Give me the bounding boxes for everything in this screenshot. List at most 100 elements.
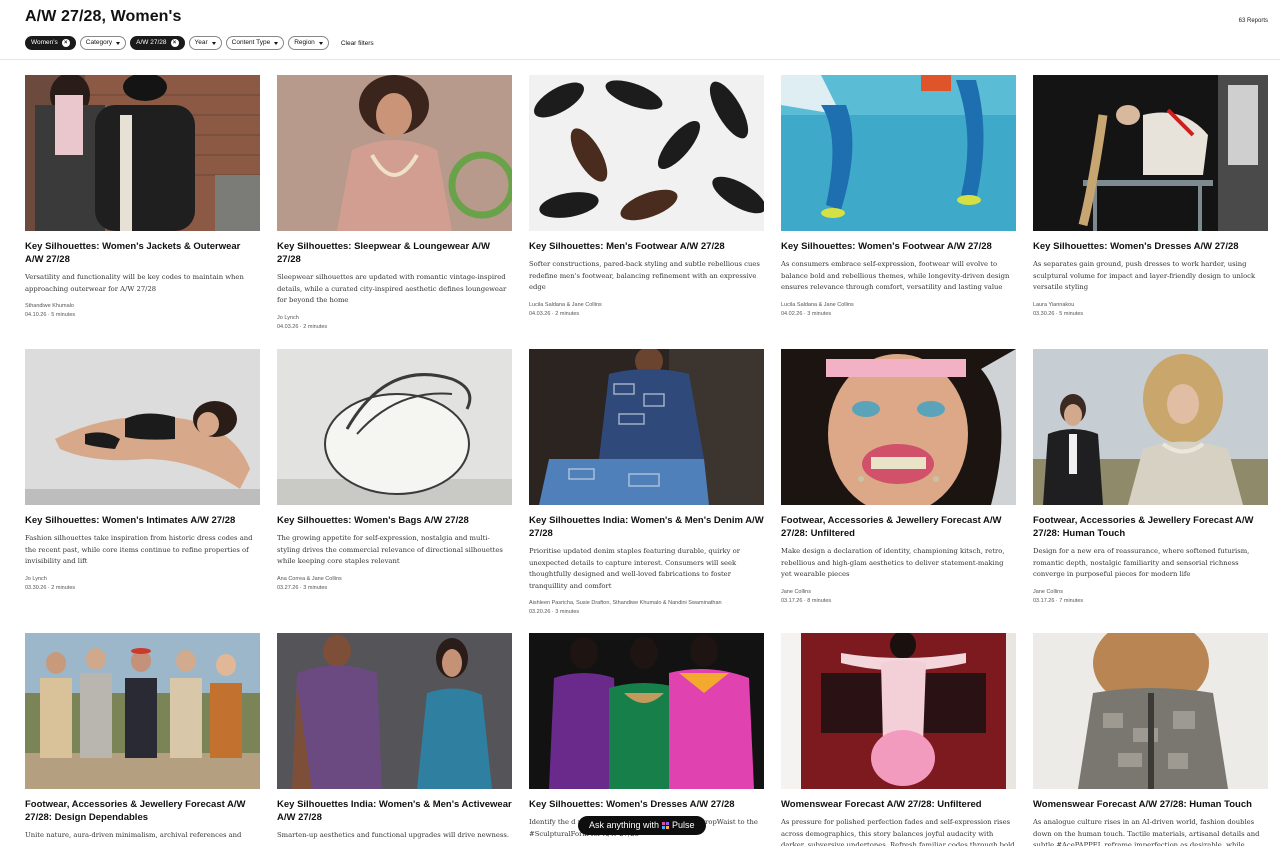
report-description: The growing appetite for self-expression… (277, 534, 503, 565)
report-date: 04.03.26 · 2 minutes (529, 310, 580, 317)
report-card[interactable]: Key Silhouettes: Women's Jackets & Outer… (25, 75, 260, 318)
report-title[interactable]: Womenswear Forecast A/W 27/28: Human Tou… (1033, 798, 1268, 811)
report-author: Lucila Saldana & Jane Collins (781, 301, 854, 308)
report-author: Laura Yiannakou (1033, 301, 1075, 308)
report-author: Lucila Saldana & Jane Collins (529, 301, 602, 308)
report-description: Prioritise updated denim staples featuri… (529, 547, 741, 590)
report-title[interactable]: Key Silhouettes India: Women's & Men's A… (277, 798, 512, 824)
report-title[interactable]: Footwear, Accessories & Jewellery Foreca… (25, 798, 260, 824)
report-description: Make design a declaration of identity, c… (781, 547, 1005, 578)
report-image (277, 349, 512, 505)
report-image (781, 633, 1016, 789)
page-header: A/W 27/28, Women's 63 Reports Women's × C… (0, 0, 1280, 60)
chevron-down-icon (318, 41, 323, 45)
ask-pulse-button[interactable]: Ask anything with Pulse (578, 816, 706, 835)
pulse-prompt-label: Ask anything with (589, 820, 660, 830)
report-card[interactable]: Womenswear Forecast A/W 27/28: Unfiltere… (781, 633, 1016, 846)
report-image (1033, 349, 1268, 505)
filter-chip-womens[interactable]: Women's × (25, 36, 76, 50)
report-image (277, 75, 512, 231)
remove-filter-icon[interactable]: × (170, 39, 179, 47)
report-title[interactable]: Key Silhouettes: Sleepwear & Loungewear … (277, 240, 512, 266)
pulse-brand-label: Pulse (672, 820, 695, 830)
report-image (529, 349, 764, 505)
report-card[interactable]: Key Silhouettes: Women's Bags A/W 27/28 … (277, 349, 512, 591)
report-date: 04.10.26 · 5 minutes (25, 312, 76, 318)
page-title: A/W 27/28, Women's (25, 8, 182, 25)
report-card[interactable]: Key Silhouettes India: Women's & Men's D… (529, 349, 764, 615)
report-author: Jane Collins (781, 588, 811, 595)
report-image (529, 633, 764, 789)
report-card[interactable]: Key Silhouettes: Women's Dresses A/W 27/… (529, 633, 764, 840)
report-card[interactable]: Key Silhouettes: Sleepwear & Loungewear … (277, 75, 512, 330)
report-count: 63 Reports (1238, 18, 1268, 24)
remove-filter-icon[interactable]: × (61, 39, 70, 47)
report-description: Smarten-up aesthetics and functional upg… (277, 831, 510, 839)
report-date: 03.30.26 · 2 minutes (25, 584, 76, 591)
report-title[interactable]: Footwear, Accessories & Jewellery Foreca… (781, 514, 1016, 540)
report-card[interactable]: Footwear, Accessories & Jewellery Foreca… (1033, 349, 1268, 604)
report-image (781, 75, 1016, 231)
filter-dropdown-region[interactable]: Region (288, 36, 329, 50)
report-card[interactable]: Key Silhouettes: Women's Dresses A/W 27/… (1033, 75, 1268, 317)
report-title[interactable]: Key Silhouettes: Men's Footwear A/W 27/2… (529, 240, 764, 253)
report-title[interactable]: Key Silhouettes India: Women's & Men's D… (529, 514, 764, 540)
report-description: Design for a new era of reassurance, whe… (1033, 547, 1250, 578)
report-author: Sthandiwe Khumalo (25, 303, 74, 309)
pulse-logo-icon (662, 822, 670, 829)
report-description: Fashion silhouettes take inspiration fro… (25, 534, 253, 565)
report-image (781, 349, 1016, 505)
report-card[interactable]: Key Silhouettes: Women's Intimates A/W 2… (25, 349, 260, 591)
chevron-down-icon (116, 41, 121, 45)
report-description: Sleepwear silhouettes are updated with r… (277, 273, 507, 304)
report-title[interactable]: Key Silhouettes: Women's Jackets & Outer… (25, 240, 260, 266)
report-description: As separates gain ground, push dresses t… (1033, 260, 1256, 291)
chevron-down-icon (274, 41, 279, 45)
report-card[interactable]: Footwear, Accessories & Jewellery Foreca… (781, 349, 1016, 604)
clear-filters-link[interactable]: Clear filters (341, 40, 374, 47)
report-description: Unite nature, aura-driven minimalism, ar… (25, 831, 242, 839)
report-title[interactable]: Footwear, Accessories & Jewellery Foreca… (1033, 514, 1268, 540)
report-author: Jo Lynch (25, 575, 47, 582)
report-image (25, 75, 260, 231)
report-card[interactable]: Footwear, Accessories & Jewellery Foreca… (25, 633, 260, 842)
report-author: Ana Correa & Jane Collins (277, 575, 342, 582)
report-date: 03.17.26 · 7 minutes (1033, 597, 1084, 604)
report-date: 04.03.26 · 2 minutes (277, 323, 328, 330)
report-image (1033, 633, 1268, 789)
report-author: Jane Collins (1033, 588, 1063, 595)
report-card[interactable]: Key Silhouettes: Women's Footwear A/W 27… (781, 75, 1016, 317)
report-description: Softer constructions, pared-back styling… (529, 260, 760, 291)
report-date: 03.20.26 · 3 minutes (529, 609, 580, 615)
filter-bar: Women's × Category A/W 27/28 × Year Conten… (25, 36, 374, 50)
report-image (25, 349, 260, 505)
report-image (277, 633, 512, 789)
report-image (1033, 75, 1268, 231)
chevron-down-icon (211, 41, 216, 45)
report-title[interactable]: Key Silhouettes: Women's Dresses A/W 27/… (529, 798, 764, 811)
report-card[interactable]: Key Silhouettes: Men's Footwear A/W 27/2… (529, 75, 764, 317)
report-description: As consumers embrace self-expression, fo… (781, 260, 1010, 291)
report-date: 03.17.26 · 8 minutes (781, 597, 832, 604)
report-image (25, 633, 260, 789)
report-title[interactable]: Womenswear Forecast A/W 27/28: Unfiltere… (781, 798, 1016, 811)
report-description: As pressure for polished perfection fade… (781, 818, 1015, 846)
filter-dropdown-content-type[interactable]: Content Type (225, 36, 285, 50)
report-description: As analogue culture rises in an AI-drive… (1033, 818, 1260, 846)
report-date: 03.30.26 · 5 minutes (1033, 310, 1084, 317)
report-title[interactable]: Key Silhouettes: Women's Bags A/W 27/28 (277, 514, 512, 527)
report-title[interactable]: Key Silhouettes: Women's Dresses A/W 27/… (1033, 240, 1268, 253)
filter-dropdown-category[interactable]: Category (79, 36, 127, 50)
report-date: 04.02.26 · 3 minutes (781, 310, 832, 317)
filter-dropdown-year[interactable]: Year (188, 36, 222, 50)
report-title[interactable]: Key Silhouettes: Women's Footwear A/W 27… (781, 240, 1016, 253)
report-author: Aishleen Pasricha, Susie Drafton, Sthand… (529, 600, 722, 606)
report-description: Versatility and functionality will be ke… (25, 273, 244, 293)
report-author: Jo Lynch (277, 314, 299, 321)
report-card[interactable]: Womenswear Forecast A/W 27/28: Human Tou… (1033, 633, 1268, 846)
report-date: 03.27.26 · 3 minutes (277, 584, 328, 591)
filter-chip-season[interactable]: A/W 27/28 × (130, 36, 185, 50)
report-title[interactable]: Key Silhouettes: Women's Intimates A/W 2… (25, 514, 260, 527)
report-image (529, 75, 764, 231)
report-card[interactable]: Key Silhouettes India: Women's & Men's A… (277, 633, 512, 842)
